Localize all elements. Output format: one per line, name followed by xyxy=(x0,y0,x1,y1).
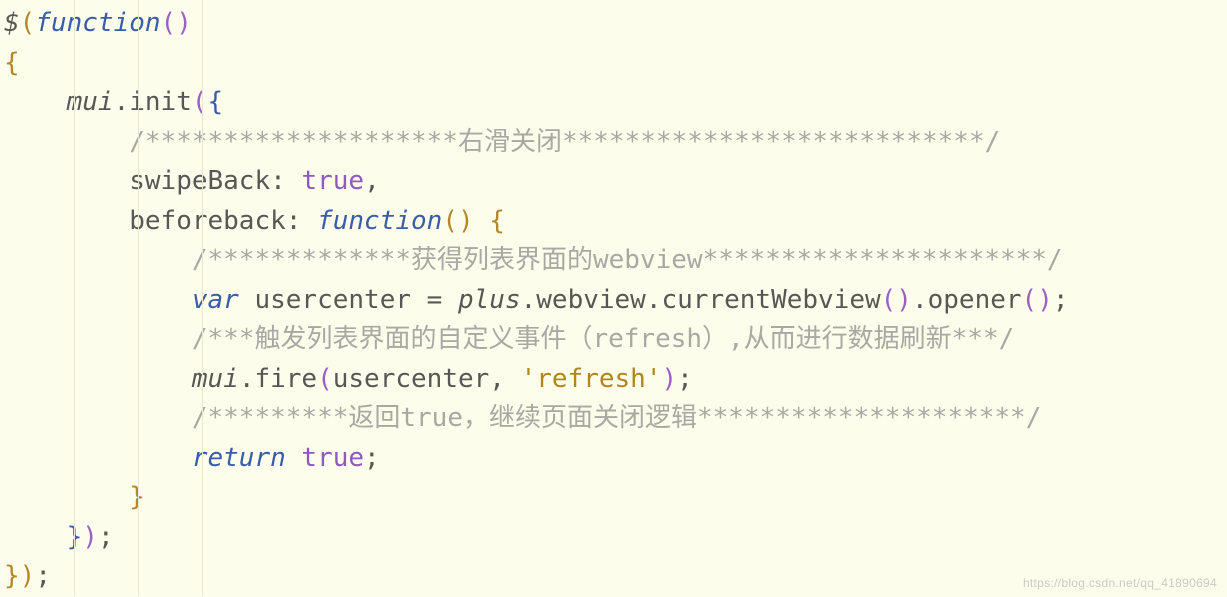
code-line: $(function() xyxy=(4,8,192,38)
code-line: mui.init({ xyxy=(4,87,223,117)
code-line: { xyxy=(4,48,20,78)
watermark: https://blog.csdn.net/qq_41890694 xyxy=(1023,576,1217,590)
code-line: }); xyxy=(4,561,51,591)
code-line: return true; xyxy=(4,443,380,473)
code-line: /********************右滑关闭***************… xyxy=(4,127,1000,157)
code-line: mui.fire(usercenter, 'refresh'); xyxy=(4,364,693,394)
code-line: }); xyxy=(4,522,114,552)
code-line: var usercenter = plus.webview.currentWeb… xyxy=(4,285,1069,315)
code-block: $(function() { mui.init({ /*************… xyxy=(0,0,1227,597)
code-line: swipeBack: true, xyxy=(4,166,380,196)
code-line: /*********返回true，继续页面关闭逻辑***************… xyxy=(4,403,1041,433)
code-line: /***触发列表界面的自定义事件（refresh）,从而进行数据刷新***/ xyxy=(4,324,1014,354)
code-line: beforeback: function() { xyxy=(4,206,505,236)
code-line: /*************获得列表界面的webview************… xyxy=(4,245,1063,275)
